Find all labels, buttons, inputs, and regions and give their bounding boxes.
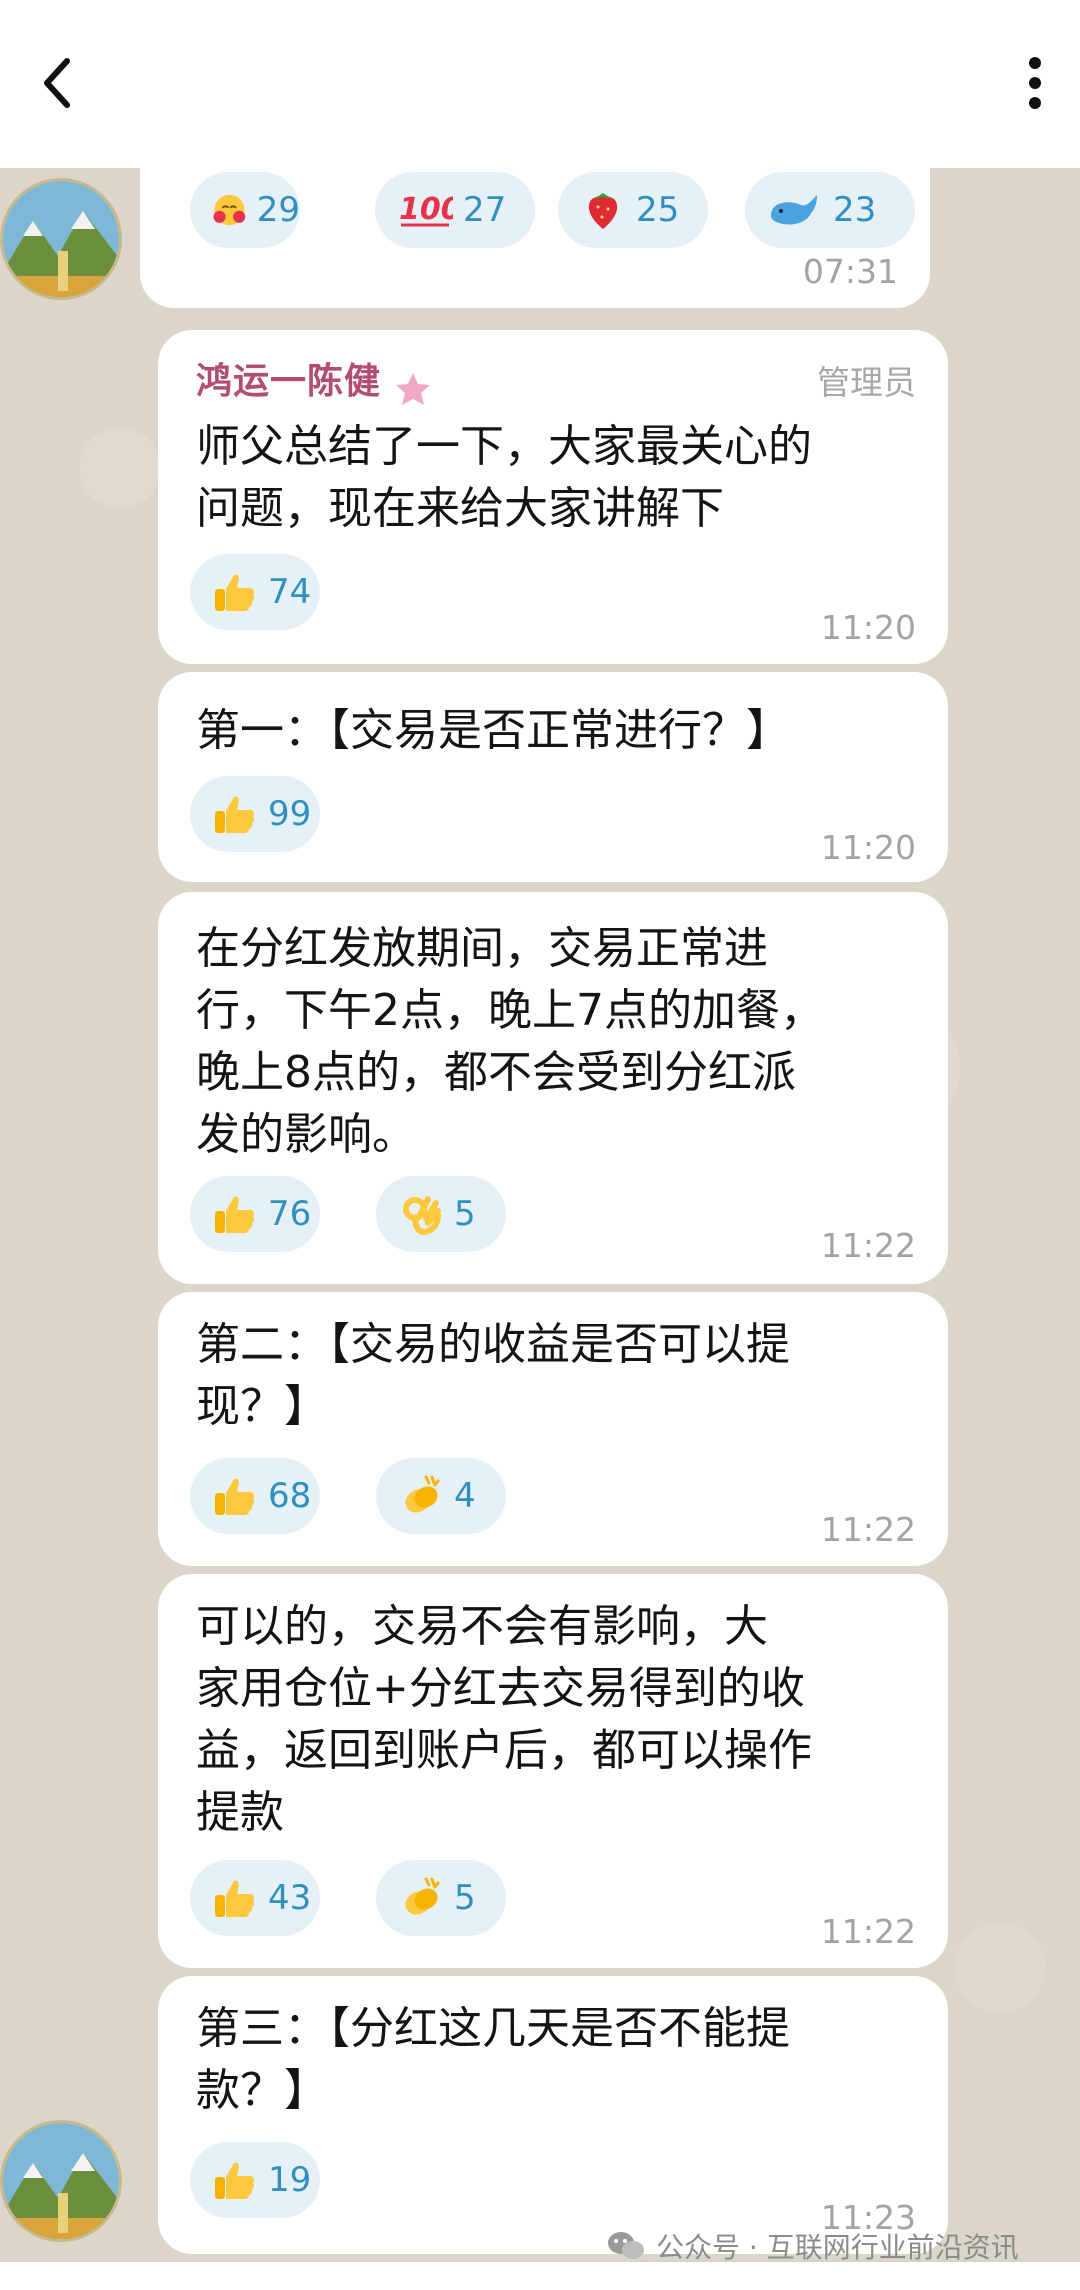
reaction-chip[interactable]: 99 xyxy=(190,776,320,852)
message-text: 在分红发放期间，交易正常进 行，下午2点，晚上7点的加餐， 晚上8点的，都不会受… xyxy=(196,918,918,1166)
admin-role-label: 管理员 xyxy=(817,363,916,402)
smiling-hearts-emoji-icon xyxy=(213,194,246,226)
message-text: 可以的，交易不会有影响，大 家用仓位+分红去交易得到的收 益，返回到账户后，都可… xyxy=(196,1596,918,1844)
message-bubble[interactable]: 可以的，交易不会有影响，大 家用仓位+分红去交易得到的收 益，返回到账户后，都可… xyxy=(158,1574,948,1968)
thumbs-up-emoji-icon xyxy=(215,1196,255,1233)
message-time: 11:22 xyxy=(820,1912,916,1951)
message-line: 问题，现在来给大家讲解下 xyxy=(196,483,724,534)
message-line: 第一：【交易是否正常进行？】 xyxy=(196,705,790,756)
message-line: 可以的，交易不会有影响，大 xyxy=(196,1601,768,1652)
message-line: 提款 xyxy=(196,1787,284,1838)
reaction-chip[interactable]: 23 xyxy=(745,172,915,248)
reaction-count: 29 xyxy=(256,190,300,230)
more-options-button[interactable] xyxy=(1000,48,1070,118)
more-vertical-icon xyxy=(1029,57,1041,109)
message-line: 家用仓位+分红去交易得到的收 xyxy=(196,1663,805,1714)
wechat-icon xyxy=(608,2232,644,2259)
reaction-count: 76 xyxy=(268,1194,312,1234)
thumbs-up-emoji-icon xyxy=(215,2162,255,2199)
sender-avatar[interactable] xyxy=(0,2120,122,2242)
sender-row: 鸿运一陈健 管理员 xyxy=(196,352,916,405)
thumbs-up-emoji-icon xyxy=(215,1478,255,1515)
reaction-chip[interactable]: 4 xyxy=(376,1458,506,1534)
message-line: 第二：【交易的收益是否可以提 xyxy=(196,1319,790,1370)
reaction-count: 5 xyxy=(454,1878,476,1918)
message-line: 师父总结了一下，大家最关心的 xyxy=(196,421,812,472)
message-time: 11:22 xyxy=(820,1226,916,1265)
strawberry-emoji-icon xyxy=(588,193,618,229)
reaction-count: 4 xyxy=(454,1476,476,1516)
message-bubble[interactable]: 第一：【交易是否正常进行？】 99 11:20 xyxy=(158,672,948,882)
sender-avatar[interactable] xyxy=(0,178,122,300)
message-bubble[interactable]: 鸿运一陈健 管理员 师父总结了一下，大家最关心的 问题，现在来给大家讲解下 74… xyxy=(158,330,948,664)
chevron-left-icon xyxy=(44,58,70,108)
star-icon xyxy=(396,372,431,405)
message-time: 11:20 xyxy=(820,608,916,647)
reaction-chip[interactable]: 25 xyxy=(558,172,708,248)
message-text: 第二：【交易的收益是否可以提 现？】 xyxy=(196,1314,918,1438)
reaction-chip[interactable]: 76 xyxy=(190,1176,320,1252)
thumbs-up-emoji-icon xyxy=(215,796,255,833)
message-bubble[interactable]: 29 100 27 25 23 07:31 xyxy=(140,168,930,308)
hundred-points-emoji-icon: 100 xyxy=(399,192,453,227)
reaction-chip[interactable]: 43 xyxy=(190,1860,320,1936)
sender-name[interactable]: 鸿运一陈健 xyxy=(196,361,381,402)
reaction-count: 25 xyxy=(636,190,680,230)
message-text: 第三：【分红这几天是否不能提 款？】 xyxy=(196,1998,918,2122)
top-bar xyxy=(0,0,1080,168)
reaction-chip[interactable]: 68 xyxy=(190,1458,320,1534)
message-bubble[interactable]: 第三：【分红这几天是否不能提 款？】 19 11:23 xyxy=(158,1976,948,2254)
reaction-chip[interactable]: 29 xyxy=(190,172,300,248)
bottom-strip xyxy=(0,2262,1080,2290)
reaction-count: 74 xyxy=(268,572,312,612)
back-button[interactable] xyxy=(22,48,92,118)
clapping-hands-emoji-icon xyxy=(405,1475,440,1513)
reaction-count: 99 xyxy=(268,794,312,834)
message-line: 款？】 xyxy=(196,2065,328,2116)
message-line: 益，返回到账户后，都可以操作 xyxy=(196,1725,812,1776)
watermark-text: 公众号 · 互联网行业前沿资讯 xyxy=(656,2231,1019,2264)
message-time: 07:31 xyxy=(802,252,898,291)
message-line: 晚上8点的，都不会受到分红派 xyxy=(196,1047,796,1098)
message-time: 11:20 xyxy=(820,828,916,867)
message-line: 第三：【分红这几天是否不能提 xyxy=(196,2003,790,2054)
reaction-chip[interactable]: 100 27 xyxy=(375,172,535,248)
svg-text:100: 100 xyxy=(399,192,453,227)
reaction-count: 27 xyxy=(463,190,507,230)
message-line: 现？】 xyxy=(196,1381,328,1432)
reaction-count: 5 xyxy=(454,1194,476,1234)
reaction-chip[interactable]: 5 xyxy=(376,1176,506,1252)
whale-emoji-icon xyxy=(771,195,817,225)
reaction-count: 43 xyxy=(268,1878,312,1918)
message-line: 行，下午2点，晚上7点的加餐， xyxy=(196,985,824,1036)
message-line: 在分红发放期间，交易正常进 xyxy=(196,923,768,974)
message-text: 师父总结了一下，大家最关心的 问题，现在来给大家讲解下 xyxy=(196,416,918,540)
reaction-count: 23 xyxy=(833,190,877,230)
message-line: 发的影响。 xyxy=(196,1109,416,1160)
message-bubble[interactable]: 第二：【交易的收益是否可以提 现？】 68 4 11:22 xyxy=(158,1292,948,1566)
reaction-count: 68 xyxy=(268,1476,312,1516)
reaction-count: 19 xyxy=(268,2160,312,2200)
reaction-chip[interactable]: 19 xyxy=(190,2142,320,2218)
message-bubble[interactable]: 在分红发放期间，交易正常进 行，下午2点，晚上7点的加餐， 晚上8点的，都不会受… xyxy=(158,892,948,1284)
message-time: 11:22 xyxy=(820,1510,916,1549)
thumbs-up-emoji-icon xyxy=(215,574,255,611)
reaction-chip[interactable]: 74 xyxy=(190,554,320,630)
ok-hand-emoji-icon xyxy=(403,1196,441,1235)
clapping-hands-emoji-icon xyxy=(405,1877,440,1915)
thumbs-up-emoji-icon xyxy=(215,1880,255,1917)
reaction-chip[interactable]: 5 xyxy=(376,1860,506,1936)
message-text: 第一：【交易是否正常进行？】 xyxy=(196,700,918,762)
